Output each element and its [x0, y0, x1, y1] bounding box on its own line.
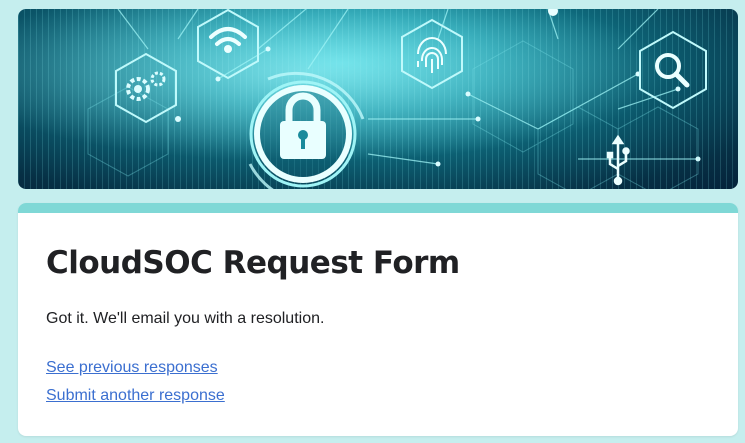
confirmation-message: Got it. We'll email you with a resolutio…: [46, 310, 325, 327]
banner-artwork: [18, 9, 738, 189]
see-previous-responses-link[interactable]: See previous responses: [46, 359, 218, 377]
header-banner: [18, 9, 738, 189]
form-accent-bar: [18, 203, 738, 213]
form-card: CloudSOC Request Form Got it. We'll emai…: [18, 203, 738, 436]
submit-another-response-link[interactable]: Submit another response: [46, 387, 225, 405]
form-title: CloudSOC Request Form: [46, 245, 460, 281]
